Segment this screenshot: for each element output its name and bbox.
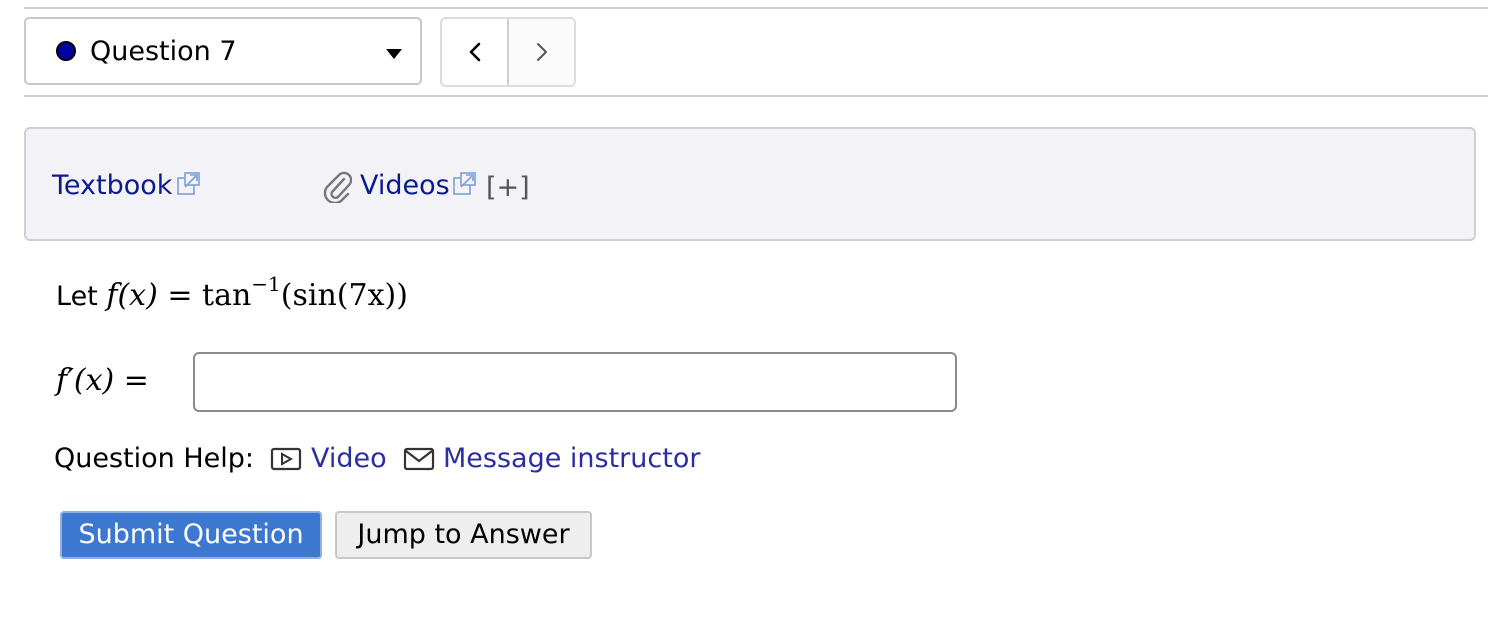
function-definition: f(x) = tan−1(sin(7x))	[106, 272, 408, 313]
next-question-button[interactable]	[509, 19, 574, 85]
submit-question-button[interactable]: Submit Question	[60, 511, 322, 559]
answer-label-text: f′(x) =	[56, 363, 149, 398]
prompt-prefix: Let	[56, 281, 98, 312]
external-link-icon	[177, 172, 200, 195]
question-page: Question 7 Textbook Videos [+] Let f(x) …	[0, 0, 1488, 624]
equals-sign: =	[167, 278, 193, 313]
mail-icon	[403, 447, 435, 471]
caret-down-icon	[386, 49, 402, 59]
videos-expand-toggle[interactable]: [+]	[486, 171, 530, 205]
resources-panel: Textbook Videos [+]	[24, 127, 1476, 241]
question-prompt: Let f(x) = tan−1(sin(7x))	[56, 272, 408, 316]
function-name: tan	[202, 278, 252, 313]
paperclip-icon	[323, 171, 352, 203]
chevron-right-icon	[536, 43, 547, 61]
message-instructor-link[interactable]: Message instructor	[443, 442, 700, 476]
videos-link[interactable]: Videos	[360, 169, 450, 203]
chevron-left-icon	[469, 42, 480, 62]
answer-label: f′(x) =	[56, 362, 149, 400]
previous-question-button[interactable]	[442, 19, 509, 85]
function-lhs: f(x)	[106, 278, 158, 313]
question-pager	[440, 17, 576, 87]
jump-to-answer-button[interactable]: Jump to Answer	[335, 511, 592, 559]
question-help-label: Question Help:	[54, 443, 254, 474]
textbook-link[interactable]: Textbook	[52, 169, 172, 203]
question-selector[interactable]: Question 7	[24, 17, 422, 85]
status-dot-icon	[56, 41, 76, 61]
video-icon	[270, 447, 302, 471]
header-divider	[24, 95, 1488, 97]
external-link-icon	[453, 172, 476, 195]
top-divider	[24, 7, 1488, 9]
question-selector-label: Question 7	[90, 36, 237, 67]
function-exponent: −1	[251, 272, 281, 296]
help-video-link[interactable]: Video	[311, 442, 387, 476]
answer-input[interactable]	[193, 352, 957, 412]
function-argument: (sin(7x))	[280, 278, 408, 313]
